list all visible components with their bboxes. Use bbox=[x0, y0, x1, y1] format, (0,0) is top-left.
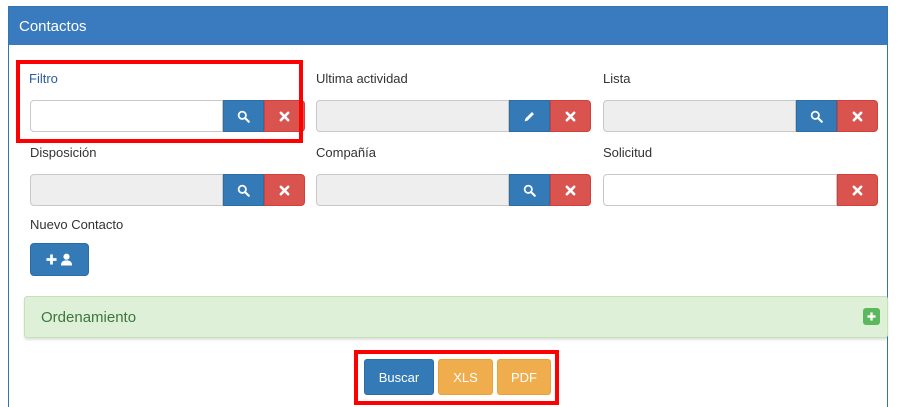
compania-search-button[interactable] bbox=[509, 174, 550, 206]
plus-icon bbox=[46, 254, 57, 265]
actions-highlight-box bbox=[354, 350, 559, 405]
search-icon bbox=[237, 184, 250, 197]
lista-search-button[interactable] bbox=[796, 100, 837, 132]
search-icon bbox=[810, 110, 823, 123]
compania-clear-button[interactable] bbox=[550, 174, 591, 206]
filtro-highlight-box bbox=[16, 60, 303, 143]
ultima-actividad-label: Ultima actividad bbox=[316, 71, 408, 86]
ultima-actividad-input[interactable] bbox=[316, 100, 509, 132]
lista-input[interactable] bbox=[603, 100, 796, 132]
close-icon bbox=[279, 185, 290, 195]
user-icon bbox=[60, 253, 73, 266]
solicitud-label: Solicitud bbox=[603, 145, 653, 160]
compania-input[interactable] bbox=[316, 174, 509, 206]
pencil-icon bbox=[524, 111, 534, 121]
disposicion-search-button[interactable] bbox=[223, 174, 264, 206]
ordenamiento-panel[interactable]: Ordenamiento bbox=[24, 296, 888, 338]
plus-icon bbox=[867, 312, 876, 321]
close-icon bbox=[565, 111, 576, 121]
solicitud-input[interactable] bbox=[603, 174, 837, 206]
disposicion-input[interactable] bbox=[30, 174, 223, 206]
ultima-actividad-clear-button[interactable] bbox=[550, 100, 591, 132]
expand-toggle[interactable] bbox=[863, 308, 880, 325]
disposicion-label: Disposición bbox=[30, 145, 97, 160]
disposicion-clear-button[interactable] bbox=[264, 174, 305, 206]
compania-label: Compañía bbox=[316, 145, 376, 160]
solicitud-clear-button[interactable] bbox=[837, 174, 878, 206]
nuevo-contacto-label: Nuevo Contacto bbox=[30, 217, 124, 232]
close-icon bbox=[852, 111, 863, 121]
add-contact-button[interactable] bbox=[30, 243, 89, 276]
close-icon bbox=[852, 185, 863, 195]
lista-clear-button[interactable] bbox=[837, 100, 878, 132]
ultima-actividad-edit-button[interactable] bbox=[509, 100, 550, 132]
search-icon bbox=[523, 184, 536, 197]
panel-title: Contactos bbox=[9, 7, 887, 45]
lista-label: Lista bbox=[603, 71, 631, 86]
close-icon bbox=[565, 185, 576, 195]
ordenamiento-title: Ordenamiento bbox=[41, 309, 137, 326]
